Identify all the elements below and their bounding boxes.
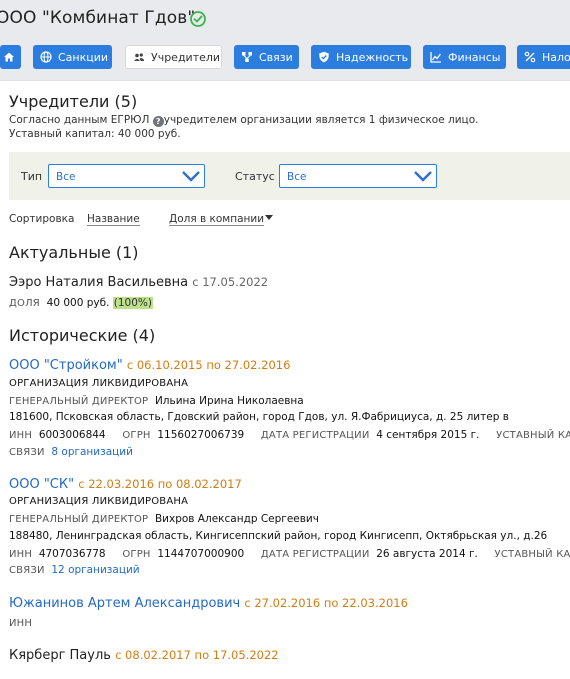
- network-icon: [242, 52, 252, 62]
- ogrn-label: ОГРН: [122, 549, 151, 560]
- capital-note: Уставный капитал: 40 000 руб.: [9, 128, 181, 140]
- links-value[interactable]: 12 организаций: [51, 564, 139, 576]
- inn-label: ИНН: [9, 430, 33, 441]
- globe-icon: [40, 51, 52, 63]
- sort-by-name[interactable]: Название: [87, 213, 140, 226]
- director-label: ГЕНЕРАЛЬНЫЙ ДИРЕКТОР: [9, 396, 149, 407]
- egrul-prefix: Согласно данным ЕГРЮЛ: [9, 114, 150, 126]
- founder-dates: с 27.02.2016 по 22.03.2016: [244, 596, 408, 610]
- historical-founder: ООО "Стройком" с 06.10.2015 по 27.02.201…: [9, 358, 290, 373]
- share-label: ДОЛЯ: [9, 298, 40, 309]
- tab-home[interactable]: [0, 45, 21, 69]
- founder-dates: с 06.10.2015 по 27.02.2016: [126, 358, 291, 372]
- tab-label: Налоги: [542, 50, 570, 64]
- caret-down-icon[interactable]: [265, 215, 273, 220]
- tab-finance[interactable]: Финансы: [423, 45, 506, 69]
- address: 181600, Псковская область, Гдовский райо…: [9, 411, 509, 423]
- inn-value: 6003006844: [38, 429, 106, 441]
- share-row: ДОЛЯ 40 000 руб. (100%): [9, 297, 153, 309]
- sort-by-share[interactable]: Доля в компании: [169, 213, 265, 226]
- founder-link[interactable]: ООО "Стройком": [9, 358, 123, 373]
- reg-value: 26 августа 2014 г.: [376, 548, 478, 560]
- current-title: Актуальные (1): [9, 243, 139, 262]
- links-row: СВЯЗИ 12 организаций: [9, 564, 140, 576]
- status-filter-label: Статус: [235, 170, 275, 183]
- reg-label: ДАТА РЕГИСТРАЦИИ: [260, 430, 370, 441]
- tab-label: Надежность: [336, 50, 409, 64]
- sort-label: Сортировка: [9, 213, 75, 225]
- address: 188480, Ленинградская область, Кингисепп…: [9, 530, 548, 542]
- inn-label: ИНН: [9, 618, 33, 629]
- people-icon: [134, 53, 144, 61]
- tab-founders[interactable]: Учредители: [125, 45, 222, 69]
- tab-label: Финансы: [448, 50, 501, 64]
- percent-icon: [524, 51, 536, 63]
- reg-label: ДАТА РЕГИСТРАЦИИ: [260, 549, 370, 560]
- info-icon[interactable]: ?: [152, 116, 164, 127]
- company-title: ООО "Комбинат Гдов": [0, 8, 196, 28]
- director-label: ГЕНЕРАЛЬНЫЙ ДИРЕКТОР: [9, 514, 149, 525]
- capital-label: УСТАВНЫЙ КАПИ: [496, 430, 570, 441]
- status-select-value: Все: [287, 171, 307, 183]
- home-icon: [4, 52, 14, 62]
- inn-label: ИНН: [9, 549, 33, 560]
- reg-value: 4 сентября 2015 г.: [376, 429, 480, 441]
- founder-name[interactable]: Кярберг Пауль: [9, 648, 111, 663]
- ogrn-value: 1144707000900: [157, 548, 245, 560]
- director-name: Вихров Александр Сергеевич: [154, 513, 319, 525]
- tab-links[interactable]: Связи: [234, 45, 299, 69]
- type-select-value: Все: [56, 171, 76, 183]
- egrul-suffix: учредителем организации является 1 физич…: [163, 114, 479, 126]
- director-row: ГЕНЕРАЛЬНЫЙ ДИРЕКТОР Вихров Александр Се…: [9, 513, 319, 525]
- inn-value: 4707036778: [38, 548, 106, 560]
- historical-founder: Южанинов Артем Александрович с 27.02.201…: [9, 596, 408, 611]
- ogrn-value: 1156027006739: [157, 429, 245, 441]
- chevron-down-icon: [182, 171, 200, 182]
- founder-date: с 17.05.2022: [192, 275, 269, 289]
- director-row: ГЕНЕРАЛЬНЫЙ ДИРЕКТОР Ильина Ирина Никола…: [9, 395, 304, 407]
- chevron-down-icon: [414, 171, 432, 182]
- current-founder[interactable]: Ээро Наталия Васильевна с 17.05.2022: [9, 275, 268, 290]
- egrul-note: Согласно данным ЕГРЮЛ ? учредителем орган…: [9, 114, 478, 127]
- status-select[interactable]: Все: [279, 164, 437, 188]
- historical-founder: ООО "СК" с 22.03.2016 по 08.02.2017: [9, 477, 242, 492]
- founders-title: Учредители (5): [9, 92, 138, 111]
- type-filter-label: Тип: [21, 170, 43, 183]
- tab-label: Связи: [259, 50, 293, 64]
- type-select[interactable]: Все: [48, 164, 205, 188]
- director-name: Ильина Ирина Николаевна: [154, 395, 304, 407]
- historical-title: Исторические (4): [9, 326, 156, 345]
- links-row: СВЯЗИ 8 организаций: [9, 446, 133, 458]
- links-label: СВЯЗИ: [9, 565, 45, 576]
- liquidated-status: ОРГАНИЗАЦИЯ ЛИКВИДИРОВАНА: [9, 496, 189, 507]
- chart-icon: [430, 52, 442, 63]
- check-circle-icon: [190, 11, 206, 27]
- share-value: 40 000 руб.: [46, 297, 110, 309]
- tab-label: Учредители: [151, 50, 221, 64]
- tab-taxes[interactable]: Налоги: [517, 45, 570, 69]
- links-label: СВЯЗИ: [9, 447, 45, 458]
- founder-name: Ээро Наталия Васильевна: [9, 275, 189, 290]
- divider: [0, 80, 570, 81]
- tab-sanctions[interactable]: Санкции: [33, 45, 112, 69]
- inn-row: ИНН: [9, 617, 32, 629]
- requisites-row: ИНН 6003006844 ОГРН 1156027006739 ДАТА Р…: [9, 429, 570, 441]
- founder-dates: с 22.03.2016 по 08.02.2017: [78, 477, 242, 491]
- requisites-row: ИНН 4707036778 ОГРН 1144707000900 ДАТА Р…: [9, 548, 570, 560]
- share-percent: (100%): [112, 297, 153, 309]
- tab-label: Санкции: [58, 50, 109, 64]
- liquidated-status: ОРГАНИЗАЦИЯ ЛИКВИДИРОВАНА: [9, 378, 189, 389]
- shield-check-icon: [319, 51, 329, 63]
- historical-founder: Кярберг Пауль с 08.02.2017 по 17.05.2022: [9, 648, 279, 663]
- ogrn-label: ОГРН: [122, 430, 151, 441]
- links-value[interactable]: 8 организаций: [51, 446, 133, 458]
- founder-dates: с 08.02.2017 по 17.05.2022: [115, 648, 279, 662]
- capital-label: УСТАВНЫЙ КАПИ: [494, 549, 570, 560]
- tab-reliability[interactable]: Надежность: [311, 45, 411, 69]
- founder-link[interactable]: ООО "СК": [9, 477, 74, 492]
- founder-link[interactable]: Южанинов Артем Александрович: [9, 596, 240, 611]
